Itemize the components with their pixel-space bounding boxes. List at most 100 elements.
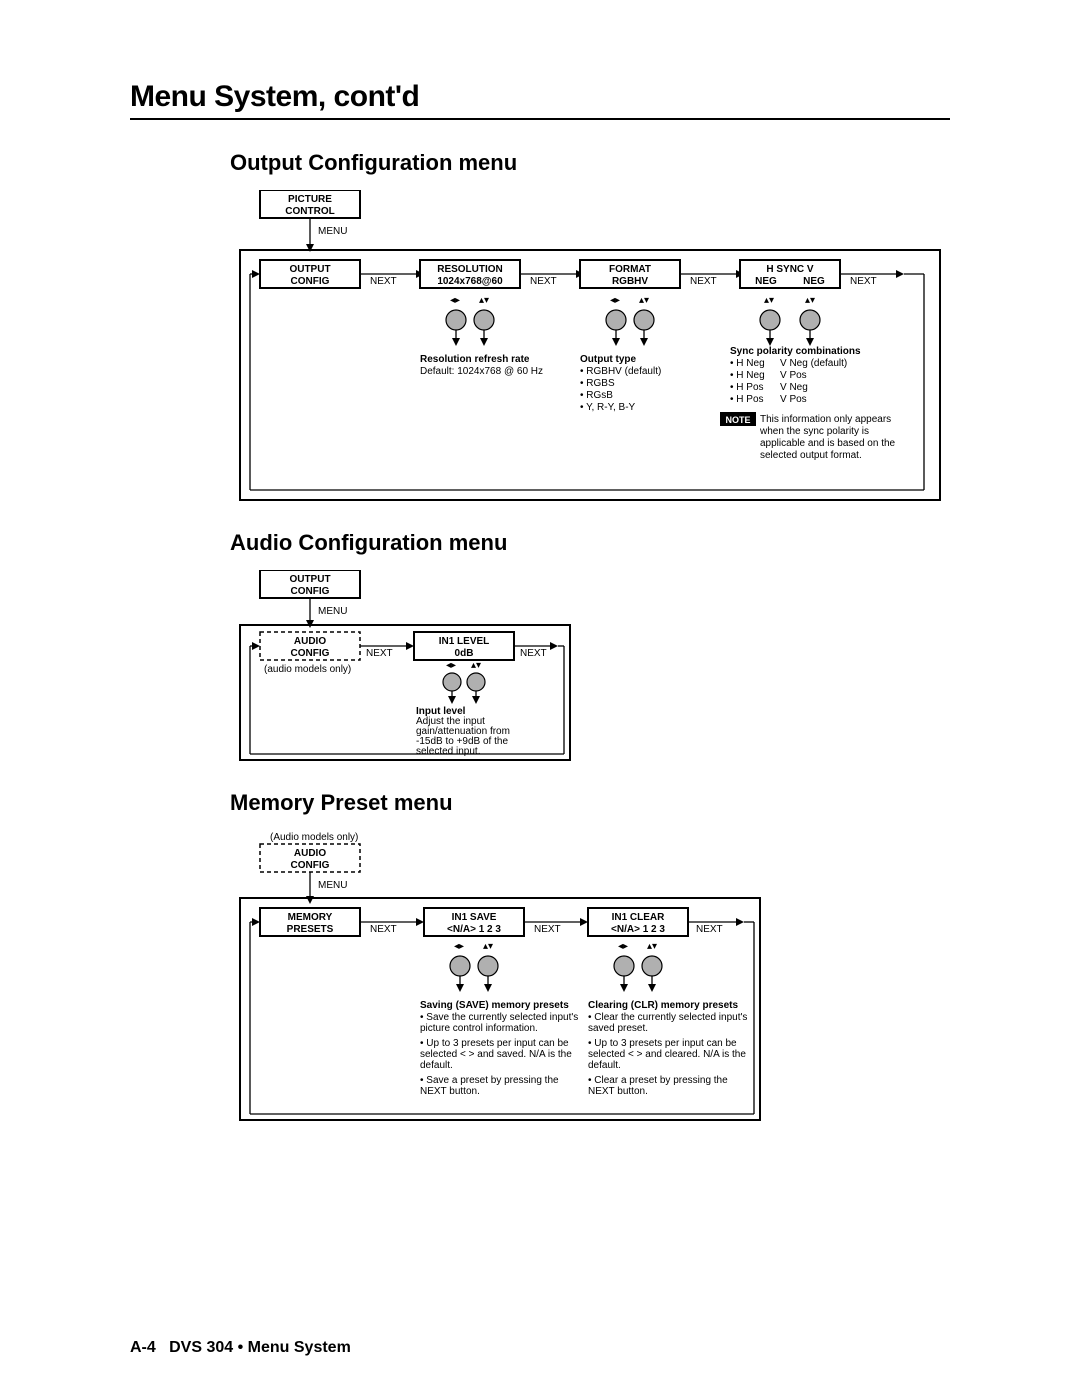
- svg-text:• Y, R-Y, B-Y: • Y, R-Y, B-Y: [580, 402, 636, 413]
- heading-audio-config: Audio Configuration menu: [230, 530, 980, 556]
- menu-label-3: MENU: [318, 880, 347, 891]
- save-1: Save the currently selected input's pict…: [420, 1012, 578, 1034]
- menu-label-2: MENU: [318, 606, 347, 617]
- clr-h: Clearing (CLR) memory presets: [588, 1000, 738, 1011]
- next-2a: NEXT: [366, 648, 393, 659]
- fmt-2: RGBS: [586, 378, 615, 389]
- svg-text:CONFIG: CONFIG: [291, 276, 330, 287]
- svg-text:▴▾: ▴▾: [479, 295, 489, 306]
- diagram-audio-config: OUTPUT CONFIG MENU AUDIO CONFIG (audio m…: [230, 570, 980, 770]
- nf4: selected output format.: [760, 450, 862, 461]
- svg-text:◂▸: ◂▸: [450, 295, 460, 306]
- svg-text:• H Pos: • H Pos: [730, 394, 764, 405]
- next-3b: NEXT: [534, 924, 561, 935]
- svg-text:V Pos: V Pos: [780, 370, 807, 381]
- svg-text:V Pos: V Pos: [780, 394, 807, 405]
- hsync-l1: H SYNC V: [766, 264, 814, 275]
- svg-text:• H Neg: • H Neg: [730, 358, 765, 369]
- fmt-4: Y, R-Y, B-Y: [586, 402, 635, 413]
- svg-text:IN1 SAVE: IN1 SAVE: [452, 912, 497, 923]
- clr-3: Clear a preset by pressing the NEXT butt…: [588, 1075, 728, 1097]
- svg-text:▴▾: ▴▾: [639, 295, 649, 306]
- in1-clear-l1: IN1 CLEAR: [612, 912, 666, 923]
- next-1a: NEXT: [370, 276, 397, 287]
- note-badge: NOTE: [725, 415, 750, 425]
- audio-config-l1: AUDIO: [294, 636, 326, 647]
- svg-text:NEG: NEG: [803, 276, 825, 287]
- svg-text:• RGBHV (default): • RGBHV (default): [580, 366, 661, 377]
- s1r: V Neg (default): [780, 358, 847, 369]
- svg-text:◂▸: ◂▸: [454, 941, 464, 952]
- in1-save-l1: IN1 SAVE: [452, 912, 497, 923]
- next-2b: NEXT: [520, 648, 547, 659]
- svg-text:IN1 LEVEL: IN1 LEVEL: [439, 636, 490, 647]
- prev-audio-l2: CONFIG: [291, 860, 330, 871]
- heading-output-config: Output Configuration menu: [230, 150, 980, 176]
- clr-1: Clear the currently selected input's sav…: [588, 1012, 747, 1034]
- inlvl-4: selected input.: [416, 746, 481, 757]
- hsync-neg-l: NEG: [755, 276, 777, 287]
- format-l1: FORMAT: [609, 264, 651, 275]
- save-h: Saving (SAVE) memory presets: [420, 1000, 569, 1011]
- svg-text:PICTURE: PICTURE: [288, 194, 332, 205]
- prev-output-l2: CONFIG: [291, 586, 330, 597]
- svg-text:• RGBS: • RGBS: [580, 378, 615, 389]
- svg-text:AUDIO: AUDIO: [294, 636, 326, 647]
- next-3a: NEXT: [370, 924, 397, 935]
- svg-text:<N/A> 1 2 3: <N/A> 1 2 3: [447, 924, 501, 935]
- footer-page-text: DVS 304 • Menu System: [169, 1339, 351, 1356]
- in1-level-l2: 0dB: [455, 648, 474, 659]
- svg-text:OUTPUT: OUTPUT: [289, 264, 330, 275]
- memory-presets-l2: PRESETS: [287, 924, 334, 935]
- svg-text:H SYNC V: H SYNC V: [766, 264, 814, 275]
- resolution-l2: 1024x768@60: [437, 276, 503, 287]
- svg-text:CONFIG: CONFIG: [291, 860, 330, 871]
- svg-text:◂▸: ◂▸: [446, 660, 456, 671]
- footer-page-num: A-4: [130, 1339, 156, 1356]
- picture-control-l2: CONTROL: [285, 206, 334, 217]
- page-footer: A-4 DVS 304 • Menu System: [130, 1339, 351, 1357]
- s3r: V Neg: [780, 382, 808, 393]
- res-note-h: Resolution refresh rate: [420, 354, 530, 365]
- svg-text:▴▾: ▴▾: [647, 941, 657, 952]
- audio-sub: (audio models only): [264, 664, 351, 675]
- resolution-l1: RESOLUTION: [437, 264, 503, 275]
- svg-text:1024x768@60: 1024x768@60: [437, 276, 503, 287]
- svg-text:• H Neg: • H Neg: [730, 370, 765, 381]
- menu-label-1: MENU: [318, 226, 347, 237]
- s1l: H Neg: [736, 358, 764, 369]
- svg-text:RESOLUTION: RESOLUTION: [437, 264, 503, 275]
- svg-text:▴▾: ▴▾: [483, 941, 493, 952]
- svg-text:0dB: 0dB: [455, 648, 474, 659]
- picture-control-l1: PICTURE: [288, 194, 332, 205]
- svg-text:RGBHV: RGBHV: [612, 276, 648, 287]
- next-3c: NEXT: [696, 924, 723, 935]
- clr-2: Up to 3 presets per input can be selecte…: [588, 1038, 746, 1071]
- svg-text:▴▾: ▴▾: [805, 295, 815, 306]
- output-config-l1: OUTPUT: [289, 264, 330, 275]
- s3l: H Pos: [736, 382, 763, 393]
- nf1: This information only appears: [760, 414, 891, 425]
- nf3: applicable and is based on the: [760, 438, 896, 449]
- svg-text:CONFIG: CONFIG: [291, 648, 330, 659]
- svg-text:OUTPUT: OUTPUT: [289, 574, 330, 585]
- svg-text:• H Pos: • H Pos: [730, 382, 764, 393]
- audio-config-l2: CONFIG: [291, 648, 330, 659]
- s4r: V Pos: [780, 394, 807, 405]
- diagram-output-config: PICTURE CONTROL MENU OUTPUT CONFIG NEXT …: [230, 190, 980, 510]
- svg-text:▴▾: ▴▾: [764, 295, 774, 306]
- s2r: V Pos: [780, 370, 807, 381]
- s2l: H Neg: [736, 370, 764, 381]
- title-rule: [130, 118, 950, 120]
- s4l: H Pos: [736, 394, 763, 405]
- svg-text:CONTROL: CONTROL: [285, 206, 334, 217]
- svg-text:V Neg: V Neg: [780, 382, 808, 393]
- svg-text:◂▸: ◂▸: [610, 295, 620, 306]
- svg-text:V Neg (default): V Neg (default): [780, 358, 847, 369]
- svg-text:▴▾: ▴▾: [471, 660, 481, 671]
- in1-level-l1: IN1 LEVEL: [439, 636, 490, 647]
- heading-memory-preset: Memory Preset menu: [230, 790, 980, 816]
- fmt-3: RGsB: [586, 390, 613, 401]
- hsync-neg-r: NEG: [803, 276, 825, 287]
- svg-text:MEMORY: MEMORY: [288, 912, 333, 923]
